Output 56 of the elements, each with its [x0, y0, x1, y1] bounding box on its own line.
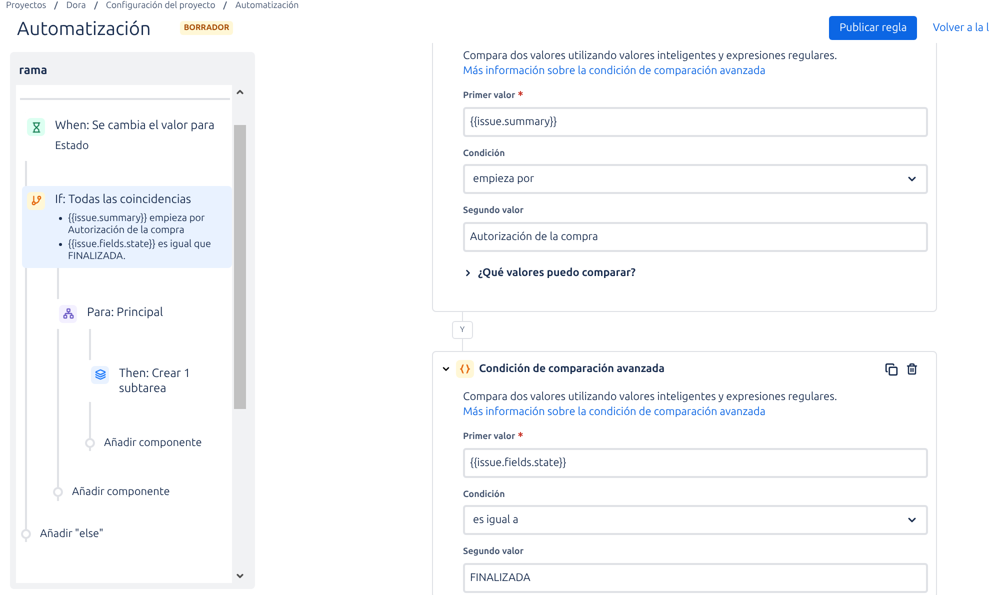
page-title: Automatización	[17, 16, 151, 41]
field-label: Condición	[463, 488, 505, 500]
add-component-button[interactable]: Añadir "else"	[40, 526, 104, 542]
bullet-icon	[59, 242, 62, 246]
scroll-down-icon[interactable]	[235, 571, 245, 581]
field-label: Primer valor	[463, 89, 516, 102]
node-title: If: Todas las coincidencias	[55, 192, 192, 206]
layers-icon	[91, 366, 109, 384]
chevron-right-icon	[463, 268, 473, 278]
card-description: Compara dos valores utilizando valores inteligentes y expresiones regulares.	[463, 49, 838, 64]
card-description: Compara dos valores utilizando valores inteligentes y expresiones regulares.	[463, 390, 838, 405]
field-label: Primer valor	[463, 430, 516, 443]
branch-icon	[27, 192, 45, 210]
trigger-icon	[27, 118, 45, 136]
chevron-down-icon	[441, 364, 451, 374]
condition-select[interactable]: empieza por	[463, 164, 928, 194]
field-label: Segundo valor	[463, 545, 524, 558]
add-component-button[interactable]: Añadir componente	[104, 434, 202, 451]
value-input[interactable]: {{issue.fields.state}}	[463, 448, 928, 478]
learn-more-link[interactable]: Más información sobre la condición de comparación avanzada	[463, 64, 928, 79]
add-component-button[interactable]: Añadir componente	[72, 484, 170, 500]
slash-separator-icon	[94, 1, 98, 10]
sidebar-title: rama	[18, 63, 48, 79]
condition-summary: {{issue.fields.state}} es igual que FINALIZADA.	[68, 238, 212, 262]
node-detail: Estado	[55, 139, 90, 154]
node-title: Then: Crear 1 subtarea	[119, 366, 192, 396]
breadcrumb-link[interactable]: Dora	[66, 0, 86, 11]
braces-icon	[456, 360, 474, 378]
publish-button[interactable]: Publicar regla	[829, 16, 917, 40]
value-input[interactable]: {{issue.summary}}	[463, 106, 928, 136]
delete-icon[interactable]	[906, 363, 918, 375]
slash-separator-icon	[223, 1, 228, 10]
bullet-icon	[59, 216, 62, 220]
value-input[interactable]: FINALIZADA	[463, 562, 928, 592]
condition-select[interactable]: es igual a	[463, 505, 928, 535]
card-title: Condición de comparación avanzada	[479, 362, 666, 377]
value-input[interactable]: Autorización de la compra	[463, 222, 928, 252]
breadcrumb-link[interactable]: Configuración del proyecto	[106, 0, 216, 11]
collapse-toggle[interactable]	[441, 364, 451, 374]
scroll-thumb[interactable]	[234, 125, 246, 409]
help-toggle[interactable]: ¿Qué valores puedo comparar?	[463, 264, 928, 281]
condition-summary: {{issue.summary}} empieza por Autorización de la compra	[68, 212, 206, 236]
copy-icon[interactable]	[885, 362, 898, 376]
slash-separator-icon	[54, 1, 58, 10]
breadcrumb-link[interactable]: Automatización	[235, 0, 299, 11]
joiner-label: Y	[452, 321, 473, 339]
status-badge: BORRADOR	[180, 21, 234, 35]
hierarchy-icon	[59, 304, 77, 322]
scroll-up-icon[interactable]	[235, 87, 245, 97]
node-title: Para: Principal	[87, 304, 163, 320]
field-label: Segundo valor	[463, 204, 524, 217]
node-title: When: Se cambia el valor para	[55, 118, 215, 133]
breadcrumb-link[interactable]: Proyectos	[6, 0, 46, 11]
back-link[interactable]: Volver a la l	[932, 20, 989, 36]
learn-more-link[interactable]: Más información sobre la condición de comparación avanzada	[463, 405, 928, 420]
field-label: Condición	[463, 146, 505, 160]
